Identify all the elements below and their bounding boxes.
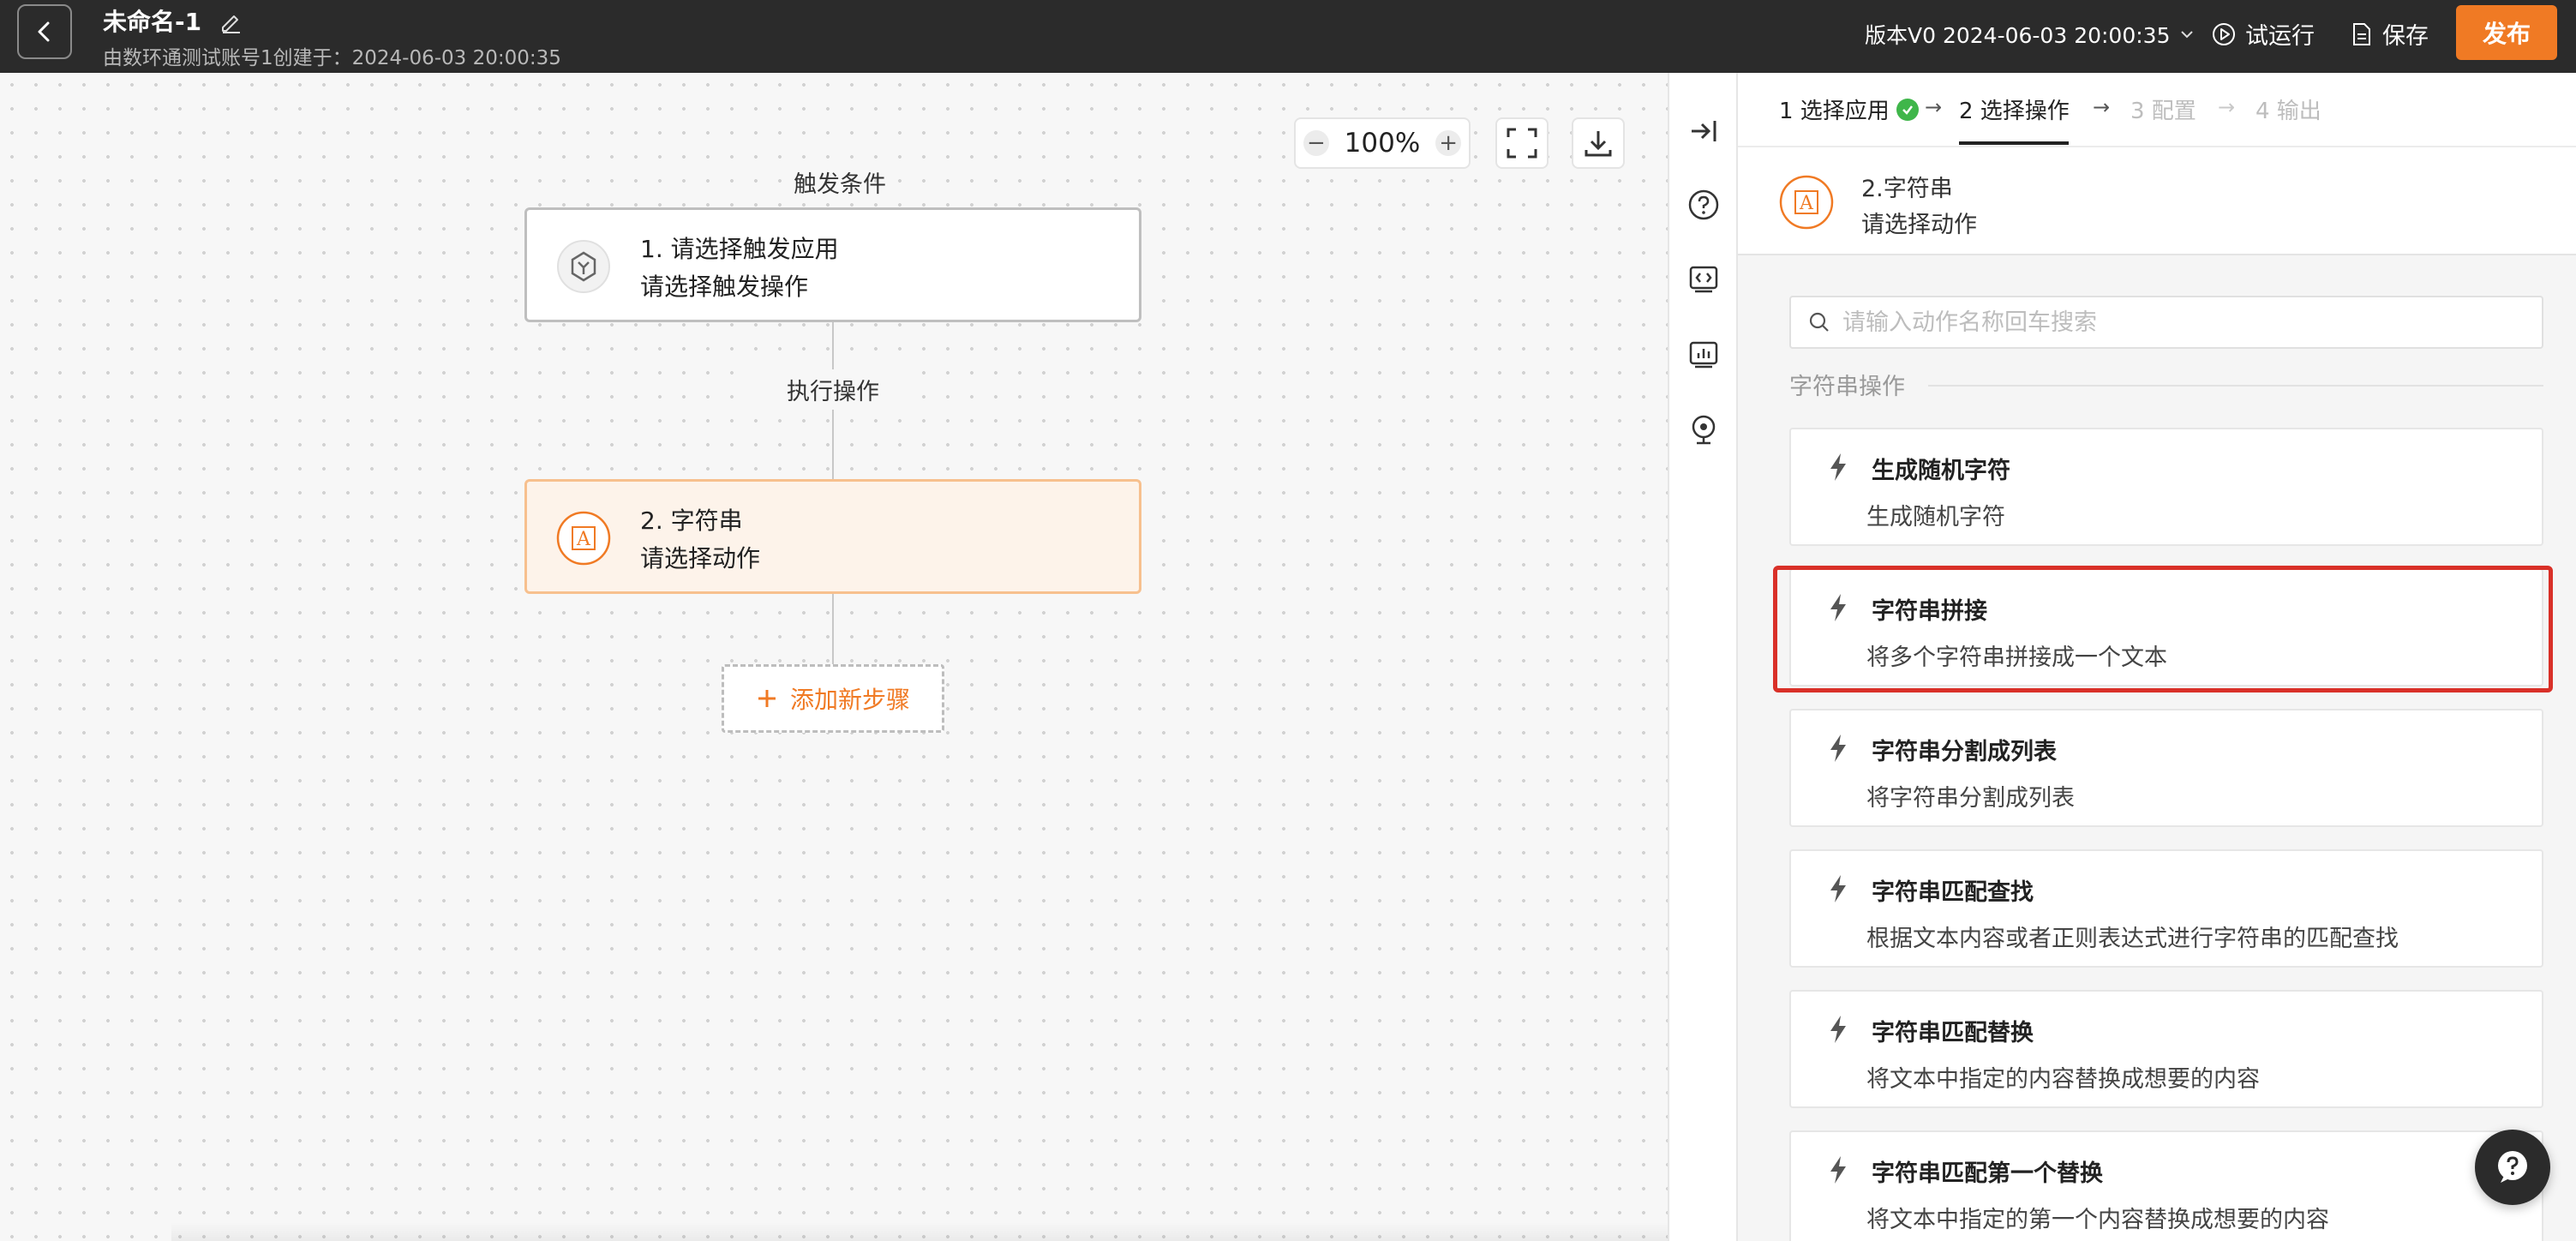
node-subtitle: 请选择动作 bbox=[640, 544, 761, 573]
action-label: 执行操作 bbox=[754, 369, 912, 410]
arrow-right-icon: → bbox=[2218, 95, 2236, 119]
section-label: 字符串操作 bbox=[1789, 374, 1905, 400]
lightning-icon bbox=[1830, 1016, 1846, 1043]
config-panel: 1 选择应用 → 2 选择操作 → 3 配置 → 4 输出 A 2.字符串 请选… bbox=[1736, 73, 2576, 1241]
save-label: 保存 bbox=[2382, 23, 2429, 50]
zoom-level: 100% bbox=[1344, 128, 1421, 159]
step-label: 4 输出 bbox=[2255, 99, 2321, 124]
hexagon-app-icon bbox=[557, 240, 610, 293]
created-info: 由数环通测试账号1创建于：2024-06-03 20:00:35 bbox=[103, 47, 561, 69]
zoom-out-button[interactable]: − bbox=[1303, 130, 1329, 156]
action-title: 字符串拼接 bbox=[1872, 598, 1987, 625]
download-button[interactable] bbox=[1572, 117, 1625, 169]
arrow-right-icon: → bbox=[2093, 95, 2111, 119]
chevron-left-icon bbox=[38, 21, 50, 42]
check-icon bbox=[1896, 98, 1919, 121]
search-icon bbox=[1809, 312, 1829, 332]
action-description: 将文本中指定的内容替换成想要的内容 bbox=[1866, 1066, 2260, 1093]
svg-text:A: A bbox=[1799, 193, 1814, 214]
string-node[interactable]: A 2. 字符串 请选择动作 bbox=[524, 479, 1141, 594]
action-title: 字符串匹配替换 bbox=[1872, 1020, 2034, 1046]
help-chat-button[interactable] bbox=[2475, 1130, 2550, 1205]
action-search bbox=[1789, 296, 2543, 349]
canvas-bottom-shadow bbox=[171, 1222, 1668, 1241]
step-tabs: 1 选择应用 → 2 选择操作 → 3 配置 → 4 输出 bbox=[1738, 73, 2576, 146]
trigger-node[interactable]: 1. 请选择触发应用 请选择触发操作 bbox=[524, 207, 1141, 322]
selected-app-header: A 2.字符串 请选择动作 bbox=[1738, 146, 2576, 255]
back-button[interactable] bbox=[17, 4, 72, 59]
lightning-icon bbox=[1830, 594, 1846, 621]
action-description: 根据文本内容或者正则表达式进行字符串的匹配查找 bbox=[1866, 926, 2399, 952]
fullscreen-icon bbox=[1507, 128, 1537, 159]
action-title: 字符串匹配第一个替换 bbox=[1872, 1160, 2103, 1187]
node-title: 2. 字符串 bbox=[640, 507, 743, 535]
connector-line bbox=[832, 594, 834, 664]
add-step-label: 添加新步骤 bbox=[789, 686, 910, 714]
edit-icon[interactable] bbox=[218, 9, 243, 34]
connector-line bbox=[832, 322, 834, 504]
node-subtitle: 请选择触发操作 bbox=[640, 273, 809, 301]
app-title: 2.字符串 bbox=[1861, 176, 1953, 202]
svg-text:A: A bbox=[576, 529, 591, 550]
action-title: 生成随机字符 bbox=[1872, 458, 2010, 484]
document-icon bbox=[2353, 22, 2370, 45]
plus-icon bbox=[758, 690, 776, 707]
zoom-in-button[interactable]: + bbox=[1435, 130, 1462, 156]
code-icon[interactable] bbox=[1686, 261, 1721, 296]
version-dropdown[interactable]: 版本V0 2024-06-03 20:00:35 bbox=[1865, 19, 2196, 50]
tool-rail bbox=[1668, 73, 1736, 1241]
version-label: 版本V0 2024-06-03 20:00:35 bbox=[1865, 23, 2171, 48]
top-bar: 未命名-1 由数环通测试账号1创建于：2024-06-03 20:00:35 版… bbox=[0, 0, 2576, 73]
action-description: 生成随机字符 bbox=[1866, 504, 2005, 531]
action-item[interactable]: 字符串分割成列表 将字符串分割成列表 bbox=[1789, 709, 2543, 827]
play-circle-icon bbox=[2213, 22, 2235, 45]
step-2-tab[interactable]: 2 选择操作 bbox=[1959, 93, 2070, 125]
step-label: 2 选择操作 bbox=[1959, 99, 2070, 124]
action-description: 将文本中指定的第一个内容替换成想要的内容 bbox=[1866, 1207, 2329, 1233]
trigger-label: 触发条件 bbox=[794, 171, 886, 198]
step-label: 3 配置 bbox=[2130, 99, 2196, 124]
lightning-icon bbox=[1830, 875, 1846, 902]
action-description: 将多个字符串拼接成一个文本 bbox=[1866, 644, 2167, 671]
workflow-canvas[interactable]: − 100% + 触发条件 1. 请选择触发应用 请选择触发操作 执行操作 A … bbox=[0, 73, 1668, 1241]
location-pin-icon[interactable] bbox=[1686, 412, 1721, 447]
action-item[interactable]: 字符串匹配替换 将文本中指定的内容替换成想要的内容 bbox=[1789, 990, 2543, 1108]
action-item[interactable]: 生成随机字符 生成随机字符 bbox=[1789, 428, 2543, 546]
step-1-tab[interactable]: 1 选择应用 bbox=[1779, 93, 1919, 125]
string-app-icon: A bbox=[556, 511, 611, 566]
monitor-chart-icon[interactable] bbox=[1686, 337, 1721, 371]
action-title: 字符串匹配查找 bbox=[1872, 879, 2034, 906]
action-item[interactable]: 字符串匹配查找 根据文本内容或者正则表达式进行字符串的匹配查找 bbox=[1789, 849, 2543, 968]
step-label: 1 选择应用 bbox=[1779, 99, 1890, 124]
workflow-title: 未命名-1 bbox=[103, 8, 202, 36]
lightning-icon bbox=[1830, 453, 1846, 481]
step-4-tab: 4 输出 bbox=[2255, 93, 2321, 125]
test-run-label: 试运行 bbox=[2245, 23, 2315, 50]
action-title: 字符串分割成列表 bbox=[1872, 739, 2057, 765]
step-3-tab: 3 配置 bbox=[2130, 93, 2196, 125]
help-icon[interactable] bbox=[1686, 188, 1721, 222]
add-step-button[interactable]: 添加新步骤 bbox=[722, 664, 944, 733]
lightning-icon bbox=[1830, 1156, 1846, 1184]
chevron-down-icon bbox=[2181, 31, 2194, 39]
section-divider bbox=[1928, 385, 2543, 387]
fullscreen-button[interactable] bbox=[1495, 117, 1549, 169]
download-icon bbox=[1585, 131, 1612, 157]
publish-button[interactable]: 发布 bbox=[2456, 5, 2557, 60]
action-description: 将字符串分割成列表 bbox=[1866, 785, 2075, 812]
test-run-button[interactable]: 试运行 bbox=[2211, 17, 2315, 51]
app-subtitle: 请选择动作 bbox=[1861, 212, 1977, 238]
lightning-icon bbox=[1830, 734, 1846, 762]
zoom-control: − 100% + bbox=[1294, 117, 1471, 169]
node-title: 1. 请选择触发应用 bbox=[640, 235, 839, 263]
action-item[interactable]: 字符串匹配第一个替换 将文本中指定的第一个内容替换成想要的内容 bbox=[1789, 1130, 2543, 1241]
search-input[interactable] bbox=[1842, 309, 2511, 336]
string-app-icon: A bbox=[1779, 175, 1834, 230]
collapse-panel-icon[interactable] bbox=[1686, 114, 1721, 148]
save-button[interactable]: 保存 bbox=[2350, 17, 2429, 51]
active-tab-indicator bbox=[1959, 141, 2069, 145]
help-bubble-icon bbox=[2498, 1151, 2527, 1183]
arrow-right-icon: → bbox=[1925, 95, 1943, 119]
action-item[interactable]: 字符串拼接 将多个字符串拼接成一个文本 bbox=[1789, 568, 2543, 686]
